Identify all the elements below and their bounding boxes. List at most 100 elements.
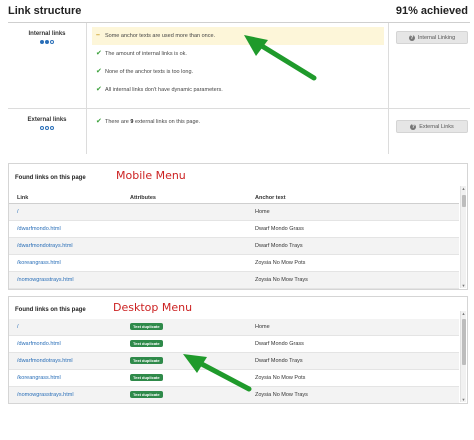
- anchor-text: Home: [255, 324, 270, 330]
- column-divider: [86, 23, 87, 108]
- check-text: All internal links don't have dynamic pa…: [105, 87, 223, 93]
- table-row: /koreangrass.html Zoysia No Mow Pots: [9, 255, 459, 272]
- check-text: None of the anchor texts is too long.: [105, 69, 194, 75]
- panel-title: Found links on this page: [15, 307, 86, 313]
- text-duplicate-badge: Text duplicate: [130, 374, 163, 381]
- annotation-label: Desktop Menu: [113, 301, 193, 314]
- internal-linking-button[interactable]: ? Internal Linking: [396, 31, 468, 44]
- table-row: /dwarfmondo.html Dwarf Mondo Grass: [9, 221, 459, 238]
- check-icon: ✔: [96, 86, 102, 93]
- links-table-body: / Home /dwarfmondo.html Dwarf Mondo Gras…: [9, 204, 459, 289]
- anchor-text: Zoysia No Mow Pots: [255, 260, 306, 266]
- link-url[interactable]: /: [17, 209, 19, 215]
- anchor-text: Dwarf Mondo Trays: [255, 243, 303, 249]
- minus-icon: –: [96, 32, 100, 39]
- link-url[interactable]: /: [17, 324, 19, 330]
- scroll-thumb[interactable]: [462, 195, 466, 207]
- desktop-links-panel: Found links on this page Desktop Menu / …: [8, 296, 468, 404]
- check-item: ✔ All internal links don't have dynamic p…: [92, 81, 384, 99]
- external-links-row: External links ✔ There are 9 external lin…: [8, 109, 470, 154]
- scroll-up-icon[interactable]: ▲: [461, 186, 466, 191]
- links-table-body: / Text duplicate Home /dwarfmondo.html T…: [9, 319, 459, 403]
- check-item: ✔ There are 9 external links on this page…: [92, 113, 384, 131]
- link-url[interactable]: /nomowgrasstrays.html: [17, 277, 74, 283]
- scroll-down-icon[interactable]: ▼: [461, 283, 466, 288]
- rating-dots: [8, 40, 86, 44]
- internal-links-label-cell: Internal links: [8, 23, 86, 108]
- anchor-text: Zoysia No Mow Trays: [255, 392, 308, 398]
- table-row: /koreangrass.html Text duplicate Zoysia …: [9, 370, 459, 387]
- table-row: /nomowgrasstrays.html Text duplicate Zoy…: [9, 387, 459, 403]
- table-row: /dwarfmondo.html Text duplicate Dwarf Mo…: [9, 336, 459, 353]
- external-checks-list: ✔ There are 9 external links on this page…: [92, 113, 384, 131]
- check-icon: ✔: [96, 68, 102, 75]
- column-divider: [388, 23, 389, 108]
- text-duplicate-badge: Text duplicate: [130, 391, 163, 398]
- external-links-label: External links: [27, 117, 67, 123]
- rating-dot: [40, 40, 44, 44]
- internal-links-label: Internal links: [28, 31, 66, 37]
- column-header-link[interactable]: Link: [17, 195, 28, 201]
- external-links-button[interactable]: ? External Links: [396, 120, 468, 133]
- anchor-text: Dwarf Mondo Grass: [255, 341, 304, 347]
- score-label: 91% achieved: [395, 5, 468, 17]
- link-url[interactable]: /koreangrass.html: [17, 375, 61, 381]
- external-links-label-cell: External links: [8, 109, 86, 154]
- table-row: / Home: [9, 204, 459, 221]
- column-header-anchor-text[interactable]: Anchor text: [255, 195, 286, 201]
- vertical-scrollbar[interactable]: ▲ ▼: [460, 311, 466, 402]
- anchor-text: Dwarf Mondo Grass: [255, 226, 304, 232]
- link-url[interactable]: /dwarfmondotrays.html: [17, 243, 73, 249]
- rating-dot: [40, 126, 44, 130]
- check-item-warning: – Some anchor texts are used more than on…: [92, 27, 384, 45]
- anchor-text: Zoysia No Mow Pots: [255, 375, 306, 381]
- link-url[interactable]: /dwarfmondo.html: [17, 226, 61, 232]
- column-divider: [86, 109, 87, 154]
- scroll-up-icon[interactable]: ▲: [461, 311, 466, 316]
- anchor-text: Home: [255, 209, 270, 215]
- link-url[interactable]: /nomowgrasstrays.html: [17, 392, 74, 398]
- text-duplicate-badge: Text duplicate: [130, 340, 163, 347]
- text-duplicate-badge: Text duplicate: [130, 323, 163, 330]
- section-title: Link structure: [8, 5, 82, 17]
- internal-checks-list: – Some anchor texts are used more than on…: [92, 27, 384, 99]
- mobile-links-panel: Found links on this page Mobile Menu Lin…: [8, 163, 468, 290]
- rating-dot: [50, 126, 54, 130]
- check-item: ✔ None of the anchor texts is too long.: [92, 63, 384, 81]
- check-text: Some anchor texts are used more than onc…: [105, 33, 216, 39]
- section-header: Link structure 91% achieved: [8, 5, 470, 23]
- scroll-down-icon[interactable]: ▼: [461, 397, 466, 402]
- table-row: /dwarfmondotrays.html Dwarf Mondo Trays: [9, 238, 459, 255]
- anchor-text: Zoysia No Mow Trays: [255, 277, 308, 283]
- link-url[interactable]: /dwarfmondo.html: [17, 341, 61, 347]
- check-icon: ✔: [96, 50, 102, 57]
- panel-title: Found links on this page: [15, 175, 86, 181]
- rating-dot: [50, 40, 54, 44]
- table-row: /dwarfmondotrays.html Text duplicate Dwa…: [9, 353, 459, 370]
- info-circle-icon: ?: [410, 123, 417, 130]
- table-header: Link Attributes Anchor text: [9, 192, 459, 204]
- button-label: External Links: [419, 123, 454, 130]
- rating-dot: [45, 126, 49, 130]
- link-url[interactable]: /dwarfmondotrays.html: [17, 358, 73, 364]
- vertical-scrollbar[interactable]: ▲ ▼: [460, 186, 466, 288]
- column-divider: [388, 109, 389, 154]
- button-label: Internal Linking: [417, 34, 456, 41]
- check-icon: ✔: [96, 118, 102, 125]
- table-row: / Text duplicate Home: [9, 319, 459, 336]
- check-item: ✔ The amount of internal links is ok.: [92, 45, 384, 63]
- column-header-attributes[interactable]: Attributes: [130, 195, 156, 201]
- link-url[interactable]: /koreangrass.html: [17, 260, 61, 266]
- anchor-text: Dwarf Mondo Trays: [255, 358, 303, 364]
- internal-links-row: Internal links – Some anchor texts are us…: [8, 23, 470, 109]
- info-circle-icon: ?: [408, 34, 415, 41]
- check-text-post: external links on this page.: [133, 119, 201, 125]
- rating-dots: [8, 126, 86, 130]
- text-duplicate-badge: Text duplicate: [130, 357, 163, 364]
- table-row: /nomowgrasstrays.html Zoysia No Mow Tray…: [9, 272, 459, 289]
- scroll-thumb[interactable]: [462, 319, 466, 365]
- rating-dot: [45, 40, 49, 44]
- check-text-pre: There are: [105, 119, 131, 125]
- annotation-label: Mobile Menu: [116, 169, 186, 182]
- check-text: The amount of internal links is ok.: [105, 51, 187, 57]
